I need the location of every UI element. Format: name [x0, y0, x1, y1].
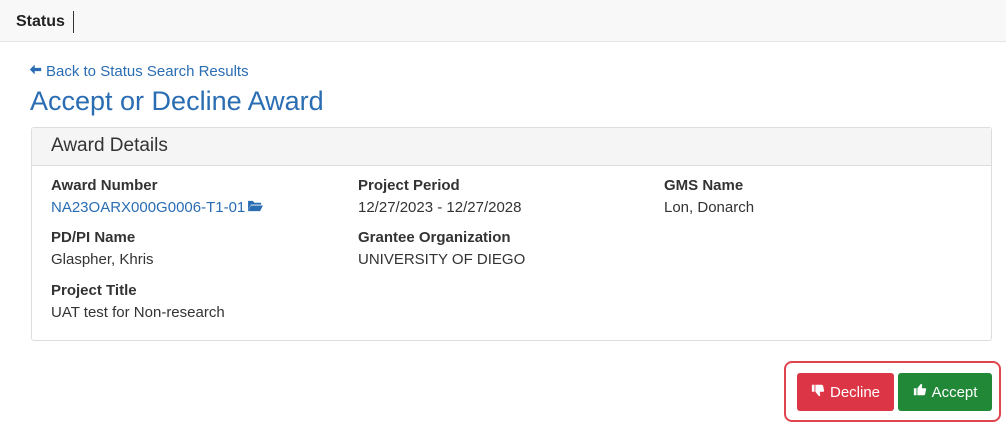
gms-name-label: GMS Name	[664, 177, 744, 194]
project-period-field: Project Period 12/27/2023 - 12/27/2028	[358, 177, 521, 216]
project-title-field: Project Title UAT test for Non-research	[51, 282, 225, 321]
grantee-organization-value: UNIVERSITY OF DIEGO	[358, 251, 526, 268]
award-number-field: Award Number NA23OARX000G0006-T1-01	[51, 177, 264, 216]
thumbs-down-icon	[811, 383, 825, 401]
decline-label: Decline	[829, 383, 881, 401]
award-number-label: Award Number	[51, 177, 158, 194]
gms-name-value: Lon, Donarch	[664, 199, 755, 216]
accept-label: Accept	[931, 383, 978, 401]
arrow-left-icon	[29, 63, 42, 80]
pd-pi-name-label: PD/PI Name	[51, 229, 136, 246]
back-to-results-link[interactable]: Back to Status Search Results	[29, 63, 249, 80]
grantee-organization-label: Grantee Organization	[358, 229, 511, 246]
folder-open-icon[interactable]	[247, 199, 264, 216]
award-details-panel: Award Details Award Number NA23OARX000G0…	[31, 127, 992, 341]
top-bar-title: Status	[16, 11, 74, 33]
project-period-label: Project Period	[358, 177, 460, 194]
page-title: Accept or Decline Award	[30, 86, 324, 116]
gms-name-field: GMS Name Lon, Donarch	[664, 177, 754, 216]
project-title-label: Project Title	[51, 282, 137, 299]
grantee-organization-field: Grantee Organization UNIVERSITY OF DIEGO	[358, 229, 525, 268]
accept-button[interactable]: Accept	[898, 373, 992, 411]
top-bar: Status	[0, 0, 1006, 42]
actions-highlight-box: Decline Accept	[784, 361, 1001, 422]
pd-pi-name-field: PD/PI Name Glaspher, Khris	[51, 229, 154, 268]
thumbs-up-icon	[913, 383, 927, 401]
award-number-value: NA23OARX000G0006-T1-01	[51, 199, 246, 216]
project-period-value: 12/27/2023 - 12/27/2028	[358, 199, 522, 216]
pd-pi-name-value: Glaspher, Khris	[51, 251, 154, 268]
decline-button[interactable]: Decline	[797, 373, 894, 411]
award-number-link[interactable]: NA23OARX000G0006-T1-01	[51, 199, 264, 216]
panel-heading: Award Details	[32, 128, 991, 166]
back-link-label: Back to Status Search Results	[46, 63, 249, 80]
project-title-value: UAT test for Non-research	[51, 304, 225, 321]
